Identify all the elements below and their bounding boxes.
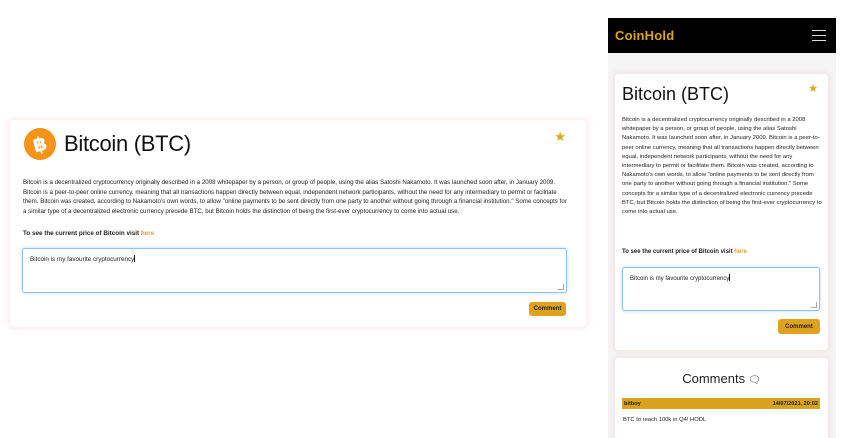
comments-section: Comments 🗨 bitboy 14/07/2021, 20:02 BTC t…: [615, 358, 828, 438]
resize-grip-icon[interactable]: [558, 284, 564, 290]
comment-text: Bitcoin is my favourite cryptocurrency: [630, 276, 730, 282]
star-icon[interactable]: ★: [554, 130, 566, 143]
star-icon[interactable]: ★: [808, 84, 818, 95]
resize-grip-icon[interactable]: [811, 302, 817, 308]
comment-user[interactable]: bitboy: [624, 401, 641, 407]
comment-header: bitboy 14/07/2021, 20:02: [622, 398, 820, 409]
comment-text: Bitcoin is my favourite cryptocurrency: [30, 256, 135, 263]
price-link[interactable]: here: [734, 249, 747, 255]
coin-card-desktop: ฿ Bitcoin (BTC) ★ Bitcoin is a decentral…: [10, 120, 586, 327]
hamburger-menu-icon[interactable]: [812, 30, 826, 41]
brand-logo[interactable]: CoinHold: [615, 28, 674, 43]
menu-bar: [812, 30, 826, 32]
coin-title: Bitcoin (BTC): [622, 84, 730, 104]
menu-bar: [812, 39, 826, 41]
bitcoin-logo: ฿: [20, 124, 60, 164]
comment-timestamp: 14/07/2021, 20:02: [772, 400, 818, 407]
navbar: CoinHold: [608, 18, 836, 53]
price-prompt: To see the current price of Bitcoin visi…: [622, 249, 747, 255]
price-link[interactable]: here: [141, 230, 154, 237]
comments-icon: 🗨: [748, 375, 761, 386]
coin-title: Bitcoin (BTC): [64, 131, 191, 156]
comments-heading: Comments 🗨: [615, 371, 828, 386]
comment-textarea[interactable]: Bitcoin is my favourite cryptocurrency: [622, 267, 820, 311]
comment-textarea[interactable]: Bitcoin is my favourite cryptocurrency: [22, 248, 567, 293]
text-caret: [134, 255, 135, 262]
price-prompt-text: To see the current price of Bitcoin visi…: [23, 230, 141, 237]
stage: ฿ Bitcoin (BTC) ★ Bitcoin is a decentral…: [0, 0, 849, 438]
mobile-view: CoinHold Bitcoin (BTC) ★ Bitcoin is a de…: [608, 18, 836, 438]
coin-description: Bitcoin is a decentralized cryptocurrenc…: [622, 117, 822, 216]
text-caret: [729, 274, 730, 281]
menu-bar: [812, 34, 826, 37]
coin-header: ฿ Bitcoin (BTC): [20, 124, 191, 164]
coin-description: Bitcoin is a decentralized cryptocurrenc…: [23, 179, 567, 215]
price-prompt: To see the current price of Bitcoin visi…: [23, 230, 154, 237]
comment-button[interactable]: Comment: [529, 302, 566, 316]
comment-body: BTC to reach 100k in Q4! HODL: [623, 417, 707, 423]
coin-card-mobile: Bitcoin (BTC) ★ Bitcoin is a decentraliz…: [615, 74, 828, 350]
comment-button[interactable]: Comment: [778, 319, 820, 334]
comments-title: Comments: [682, 371, 746, 386]
price-prompt-text: To see the current price of Bitcoin visi…: [622, 249, 735, 255]
